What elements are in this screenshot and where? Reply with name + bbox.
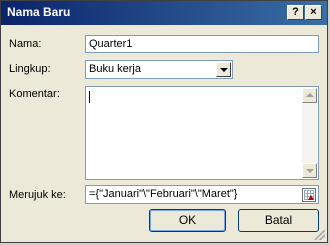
scope-label: Lingkup:: [9, 63, 51, 75]
ok-button[interactable]: OK: [149, 209, 226, 232]
scope-dropdown[interactable]: Buku kerja: [85, 60, 233, 79]
comment-scrollbar[interactable]: [302, 88, 317, 178]
new-name-dialog: Nama Baru ? × Nama: Quarter1 Lingkup: Bu…: [0, 0, 328, 243]
chevron-down-icon: [220, 68, 228, 72]
resize-grip-icon[interactable]: [315, 230, 325, 240]
scroll-down-button[interactable]: [302, 163, 317, 178]
dropdown-arrow-button[interactable]: [216, 62, 231, 77]
help-button[interactable]: ?: [287, 5, 304, 20]
refers-to-label: Merujuk ke:: [9, 189, 66, 201]
refers-to-value: ={"Januari"\"Februari"\"Maret"}: [89, 188, 238, 200]
name-input[interactable]: Quarter1: [85, 35, 319, 53]
cancel-button[interactable]: Batal: [238, 209, 319, 232]
title-bar[interactable]: Nama Baru ? ×: [1, 1, 327, 25]
arrow-down-icon: [306, 169, 314, 173]
comment-textarea[interactable]: [85, 86, 319, 180]
scroll-up-button[interactable]: [302, 88, 317, 103]
range-select-icon[interactable]: [302, 188, 316, 202]
close-button[interactable]: ×: [305, 5, 322, 20]
arrow-icon: [308, 195, 314, 200]
text-caret: [89, 91, 90, 103]
arrow-up-icon: [306, 93, 314, 97]
name-label: Nama:: [9, 38, 42, 50]
comment-label: Komentar:: [9, 88, 60, 100]
name-value: Quarter1: [89, 38, 133, 50]
refers-to-input[interactable]: ={"Januari"\"Februari"\"Maret"}: [85, 185, 319, 204]
dialog-title: Nama Baru: [7, 5, 71, 19]
scope-value: Buku kerja: [89, 63, 141, 75]
